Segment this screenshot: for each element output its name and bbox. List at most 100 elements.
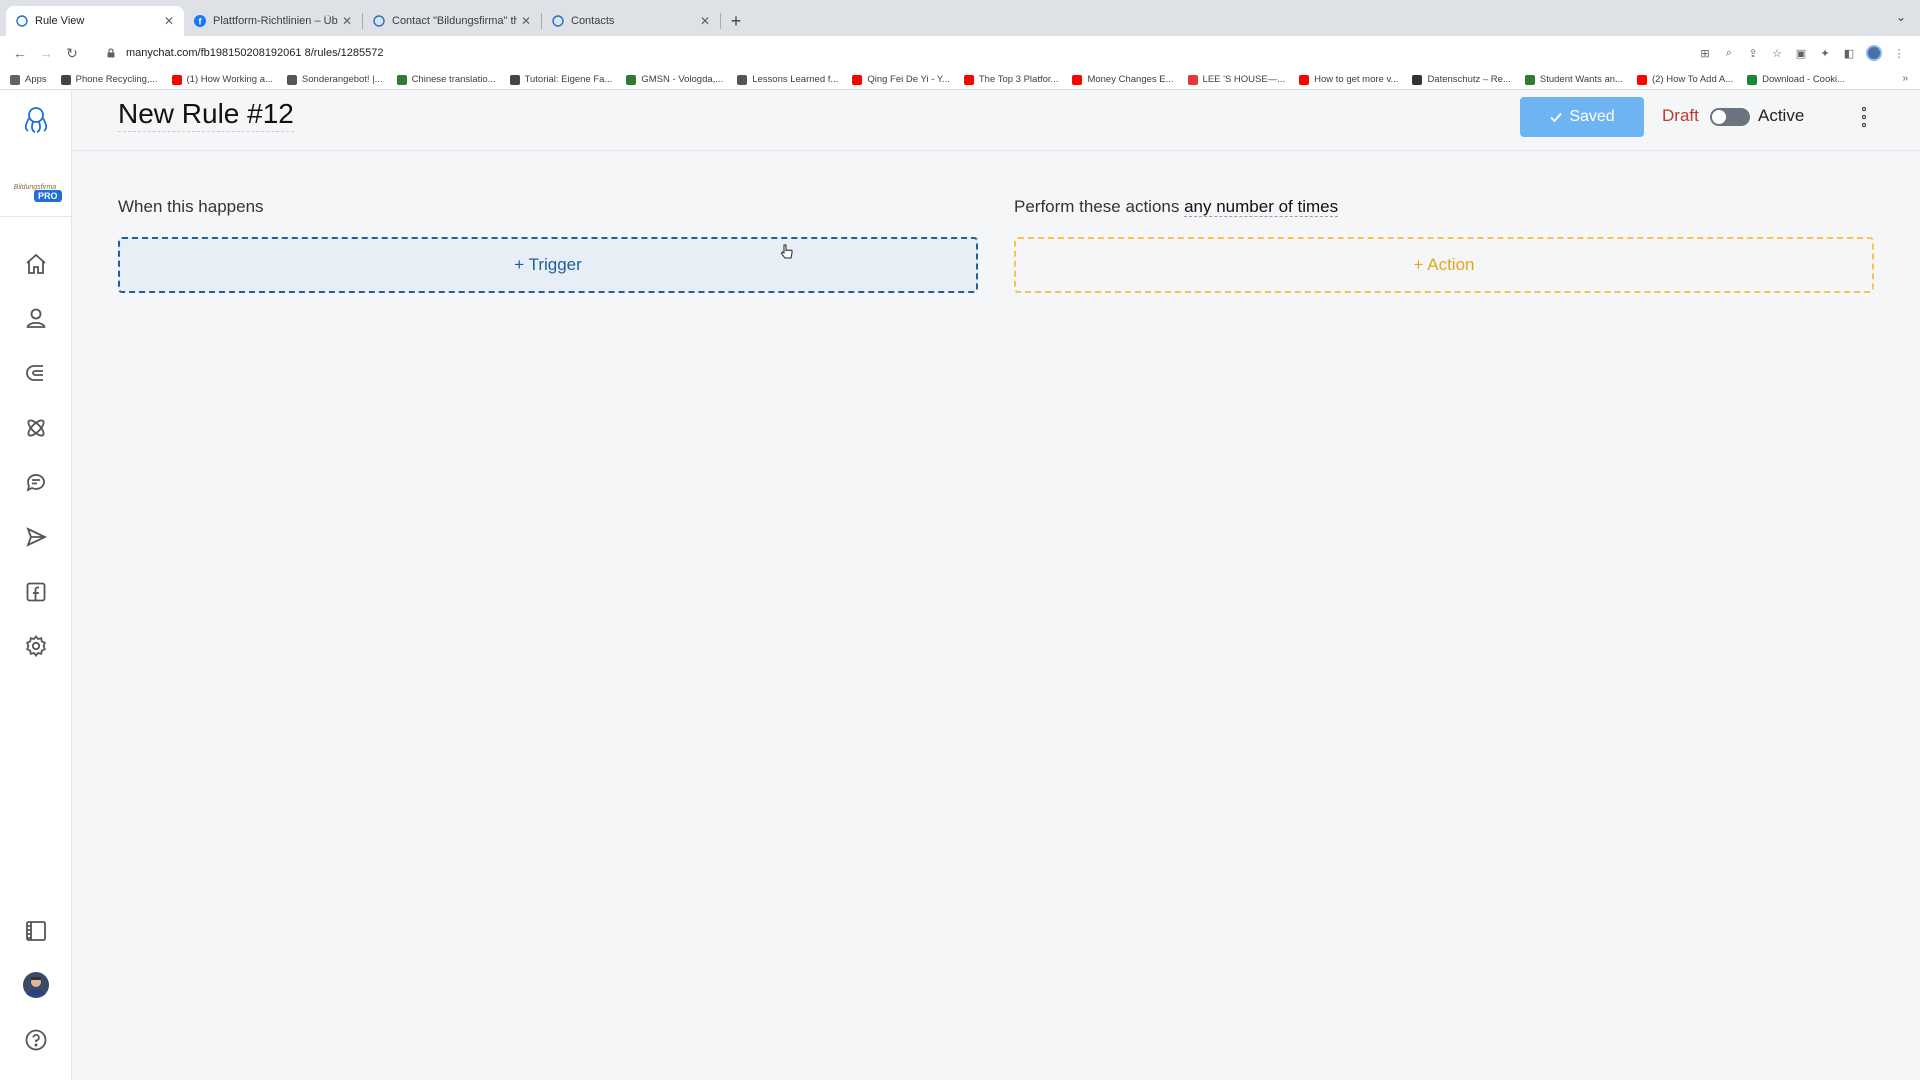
zoom-icon[interactable]: ⌕ — [1722, 46, 1736, 60]
sidebar-item-profile[interactable] — [20, 969, 52, 1001]
reload-icon[interactable]: ↻ — [60, 41, 84, 65]
browser-tab-strip: Rule View ✕ f Plattform-Richtlinien – Üb… — [0, 0, 1920, 36]
bookmark-item[interactable]: Apps — [10, 74, 47, 85]
bookmark-item[interactable]: Money Changes E... — [1072, 74, 1174, 85]
share-icon[interactable]: ⇪ — [1746, 46, 1760, 60]
browser-tab[interactable]: Rule View ✕ — [6, 6, 184, 36]
more-options-icon[interactable] — [1854, 102, 1874, 132]
saved-label: Saved — [1569, 108, 1615, 125]
bookmark-item[interactable]: Qing Fei De Yi - Y... — [852, 74, 950, 85]
address-bar[interactable]: manychat.com/fb198150208192061 8/rules/1… — [94, 40, 1698, 66]
bookmark-item[interactable]: Download - Cooki... — [1747, 74, 1845, 85]
bookmark-item[interactable]: Chinese translatio... — [396, 74, 496, 85]
bookmark-favicon-icon — [1072, 74, 1083, 85]
bookmark-item[interactable]: Sonderangebot! |... — [286, 74, 383, 85]
bookmark-item[interactable]: Phone Recycling,... — [60, 74, 158, 85]
bookmark-item[interactable]: (1) How Working a... — [171, 74, 273, 85]
bookmark-item[interactable]: Student Wants an... — [1524, 74, 1623, 85]
automation-icon — [27, 419, 45, 437]
close-icon[interactable]: ✕ — [521, 14, 531, 28]
rule-title[interactable]: New Rule #12 — [118, 98, 294, 132]
help-icon — [25, 1029, 47, 1051]
new-tab-button[interactable]: + — [721, 6, 751, 36]
check-icon — [1550, 112, 1562, 123]
active-toggle[interactable] — [1710, 108, 1750, 126]
bookmark-item[interactable]: Tutorial: Eigene Fa... — [509, 74, 612, 85]
url-text: manychat.com/fb198150208192061 8/rules/1… — [126, 47, 384, 59]
tab-search-icon[interactable]: ⌄ — [1896, 10, 1906, 24]
saved-button[interactable]: Saved — [1520, 97, 1644, 137]
facebook-icon — [26, 582, 46, 602]
bookmark-label: Phone Recycling,... — [75, 74, 158, 85]
manychat-favicon-icon — [16, 15, 28, 27]
bookmark-label: Chinese translatio... — [411, 74, 496, 85]
browser-tab[interactable]: Contact "Bildungsfirma" through ✕ — [363, 6, 541, 36]
browser-tab[interactable]: f Plattform-Richtlinien – Übersicht ✕ — [184, 6, 362, 36]
sidebar-item-templates[interactable] — [20, 915, 52, 947]
bookmark-favicon-icon — [509, 74, 520, 85]
browser-toolbar: ← → ↻ manychat.com/fb198150208192061 8/r… — [0, 36, 1920, 70]
bookmark-item[interactable]: GMSN - Vologda,... — [626, 74, 723, 85]
sidebar-divider — [0, 216, 72, 217]
bookmark-item[interactable]: The Top 3 Platfor... — [963, 74, 1059, 85]
draft-label: Draft — [1662, 106, 1699, 125]
sidebar-item-growth-tools[interactable] — [20, 357, 52, 389]
close-icon[interactable]: ✕ — [164, 14, 174, 28]
tab-title: Plattform-Richtlinien – Übersicht — [213, 15, 338, 27]
sidebar-item-automation[interactable] — [20, 412, 52, 444]
bookmark-item[interactable]: How to get more v... — [1299, 74, 1398, 85]
action-frequency-dropdown[interactable]: any number of times — [1184, 197, 1339, 217]
add-action-button[interactable]: + Action — [1014, 237, 1874, 293]
live-chat-icon — [26, 474, 45, 492]
bookmark-favicon-icon — [60, 74, 71, 85]
close-icon[interactable]: ✕ — [700, 14, 710, 28]
sidebar-item-contacts[interactable] — [20, 302, 52, 334]
bookmark-label: Student Wants an... — [1539, 74, 1623, 85]
bookmark-item[interactable]: Lessons Learned f... — [737, 74, 838, 85]
bookmark-favicon-icon — [1636, 74, 1647, 85]
sidebar-item-broadcasting[interactable] — [20, 521, 52, 553]
tab-title: Contacts — [571, 15, 615, 27]
bookmark-label: The Top 3 Platfor... — [978, 74, 1059, 85]
sidebar-item-home[interactable] — [20, 248, 52, 280]
browser-menu-icon[interactable]: ⋮ — [1892, 46, 1906, 60]
sidebar-item-facebook[interactable] — [20, 576, 52, 608]
templates-icon — [26, 921, 46, 941]
app-sidebar: Bildungsfirma PRO — [0, 90, 72, 1080]
tab-title: Contact "Bildungsfirma" through — [392, 15, 517, 27]
add-trigger-button[interactable]: + Trigger — [118, 237, 978, 293]
bookmark-label: GMSN - Vologda,... — [641, 74, 724, 85]
broadcasting-icon — [26, 527, 48, 547]
manychat-logo-icon[interactable] — [20, 104, 52, 136]
settings-icon — [26, 635, 46, 657]
sidepanel-icon[interactable]: ◧ — [1842, 46, 1856, 60]
browser-profile-avatar[interactable] — [1866, 45, 1882, 61]
bookmark-star-icon[interactable]: ☆ — [1770, 46, 1784, 60]
browser-tab[interactable]: Contacts ✕ — [542, 6, 720, 36]
action-section-label: Perform these actions any number of time… — [1014, 197, 1339, 217]
bookmark-item[interactable]: Datenschutz – Re... — [1412, 74, 1511, 85]
puzzle-icon[interactable]: ✦ — [1818, 46, 1832, 60]
bookmarks-overflow-icon[interactable]: » — [1902, 73, 1908, 84]
translate-icon[interactable]: ⊞ — [1698, 46, 1712, 60]
sidebar-item-settings[interactable] — [20, 630, 52, 662]
bookmark-label: How to get more v... — [1314, 74, 1399, 85]
pointer-cursor-icon — [780, 244, 793, 259]
extension-icon[interactable]: ▣ — [1794, 46, 1808, 60]
bookmark-item[interactable]: LEE 'S HOUSE—... — [1187, 74, 1285, 85]
sidebar-item-help[interactable] — [20, 1024, 52, 1056]
toggle-knob — [1712, 110, 1726, 124]
close-icon[interactable]: ✕ — [342, 14, 352, 28]
bookmark-label: Sonderangebot! |... — [301, 74, 383, 85]
bookmark-favicon-icon — [1524, 74, 1535, 85]
sidebar-item-live-chat[interactable] — [20, 466, 52, 498]
rule-header: New Rule #12 Saved Draft Active — [72, 90, 1920, 151]
forward-icon[interactable]: → — [34, 41, 58, 65]
bookmark-favicon-icon — [852, 74, 863, 85]
bookmark-item[interactable]: (2) How To Add A... — [1636, 74, 1734, 85]
action-section-prefix: Perform these actions — [1014, 197, 1180, 216]
trigger-section-label: When this happens — [118, 197, 264, 216]
back-icon[interactable]: ← — [8, 41, 32, 65]
bookmark-label: (2) How To Add A... — [1651, 74, 1734, 85]
bookmark-favicon-icon — [396, 74, 407, 85]
